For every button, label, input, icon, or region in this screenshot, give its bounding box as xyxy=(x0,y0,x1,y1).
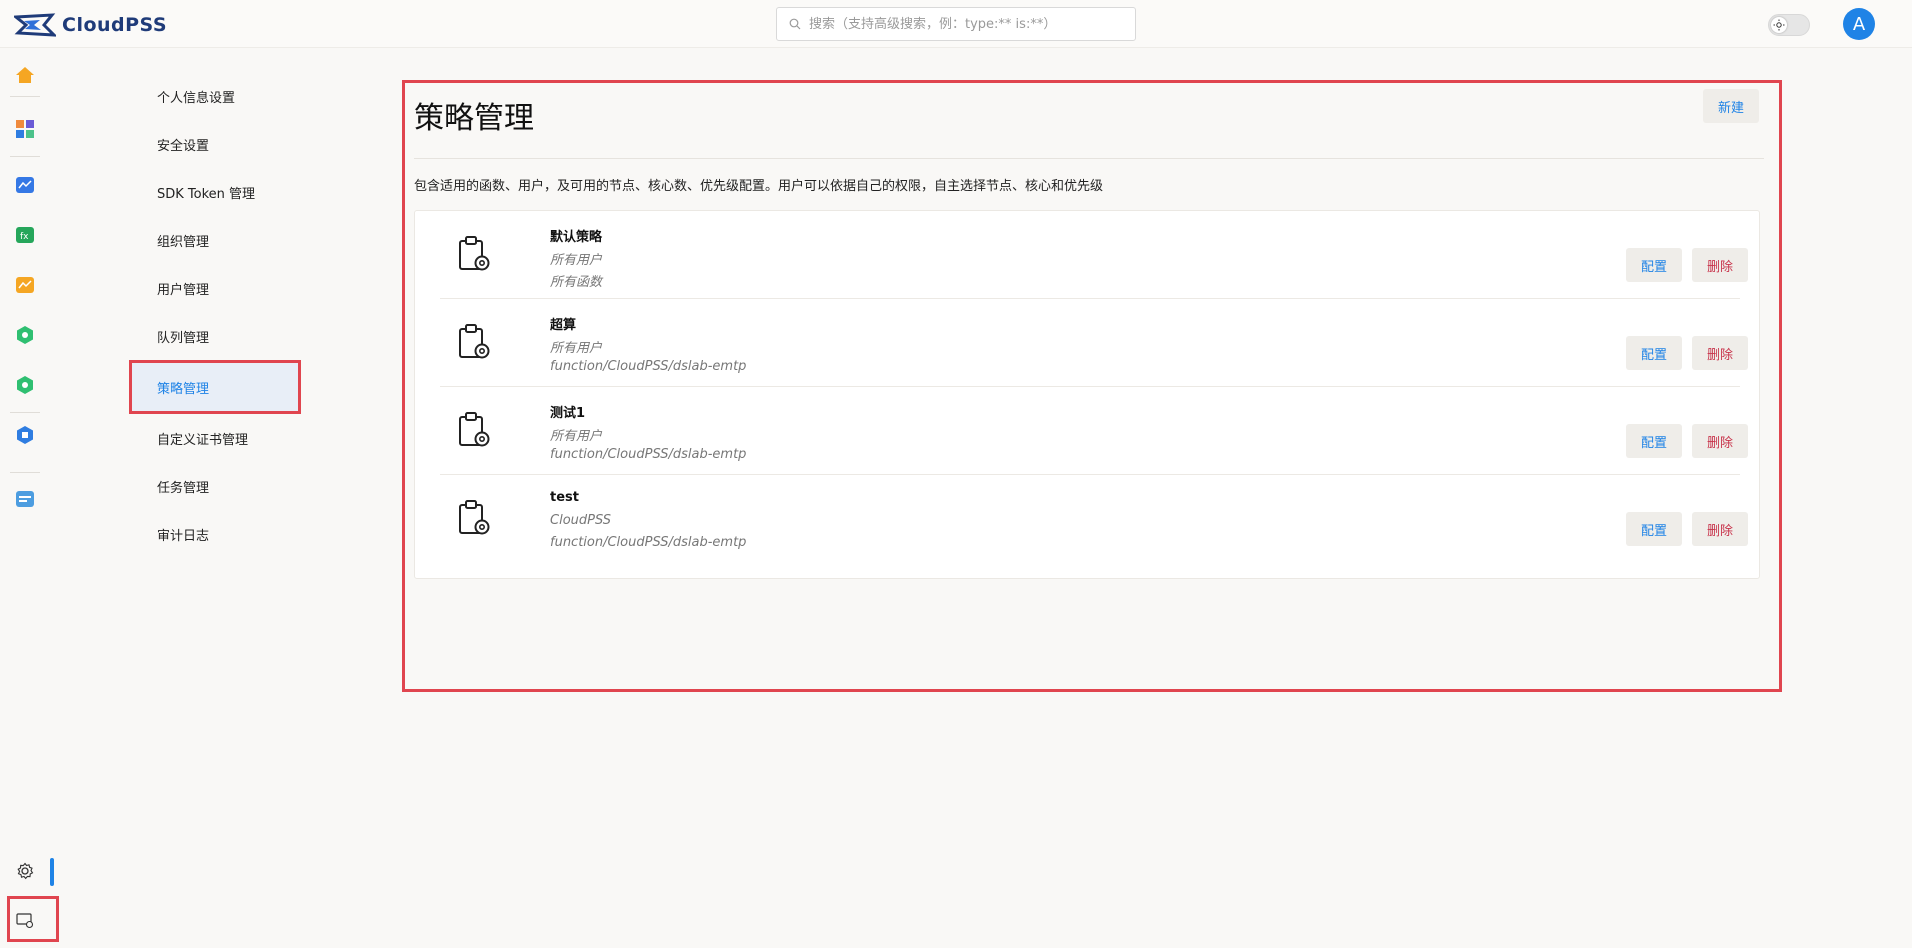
title-divider xyxy=(414,158,1764,159)
sun-icon xyxy=(1771,17,1787,33)
top-bar: CloudPSS A xyxy=(0,0,1912,48)
logo[interactable]: CloudPSS xyxy=(14,12,167,38)
policy-functions: 所有函数 xyxy=(550,275,603,290)
nav-item-sdk-token[interactable]: SDK Token 管理 xyxy=(129,168,327,216)
policy-row: 超算 所有用户 function/CloudPSS/dslab-emtp 配置 … xyxy=(440,299,1748,387)
policy-name: 超算 xyxy=(550,318,577,333)
nav-item-certificates[interactable]: 自定义证书管理 xyxy=(129,414,327,462)
app-rail: fx xyxy=(0,48,59,948)
policy-users: 所有用户 xyxy=(550,429,603,444)
config-button[interactable]: 配置 xyxy=(1626,336,1682,370)
clipboard-gear-icon xyxy=(459,412,490,447)
home-icon[interactable] xyxy=(12,62,38,88)
settings-nav: 个人信息设置 安全设置 SDK Token 管理 组织管理 用户管理 队列管理 … xyxy=(129,72,327,558)
simulation-icon[interactable] xyxy=(12,172,38,198)
apps-icon[interactable] xyxy=(12,116,38,142)
logo-text: CloudPSS xyxy=(62,14,168,36)
delete-button[interactable]: 删除 xyxy=(1692,336,1748,370)
clipboard-gear-icon xyxy=(459,236,490,271)
policy-users: 所有用户 xyxy=(550,253,603,268)
policy-users: CloudPSS xyxy=(550,513,612,528)
policy-row: 测试1 所有用户 function/CloudPSS/dslab-emtp 配置… xyxy=(440,387,1748,475)
policy-functions: function/CloudPSS/dslab-emtp xyxy=(550,447,747,462)
delete-button[interactable]: 删除 xyxy=(1692,248,1748,282)
hex-blue-icon[interactable] xyxy=(12,422,38,448)
nav-item-profile[interactable]: 个人信息设置 xyxy=(129,72,327,120)
policy-panel: 策略管理 新建 包含适用的函数、用户，及可用的节点、核心数、优先级配置。用户可以… xyxy=(402,80,1782,692)
clipboard-gear-icon xyxy=(459,324,490,359)
search-input[interactable] xyxy=(807,15,1127,33)
new-policy-button[interactable]: 新建 xyxy=(1703,89,1759,123)
hex-app-icon-2[interactable] xyxy=(12,372,38,398)
page-description: 包含适用的函数、用户，及可用的节点、核心数、优先级配置。用户可以依据自己的权限，… xyxy=(414,179,1104,194)
active-indicator xyxy=(50,858,54,886)
config-button[interactable]: 配置 xyxy=(1626,248,1682,282)
nav-item-queue[interactable]: 队列管理 xyxy=(129,312,327,360)
avatar[interactable]: A xyxy=(1843,8,1875,40)
gear-icon[interactable] xyxy=(12,858,38,884)
delete-button[interactable]: 删除 xyxy=(1692,424,1748,458)
policy-functions: function/CloudPSS/dslab-emtp xyxy=(550,359,747,374)
screen-settings-icon[interactable] xyxy=(12,908,38,934)
policy-row: test CloudPSS function/CloudPSS/dslab-em… xyxy=(440,475,1748,563)
policy-users: 所有用户 xyxy=(550,341,603,356)
policy-list: 默认策略 所有用户 所有函数 配置 删除 超算 所有用户 function/Cl… xyxy=(414,210,1760,579)
svg-text:fx: fx xyxy=(20,232,29,242)
delete-button[interactable]: 删除 xyxy=(1692,512,1748,546)
policy-name: 默认策略 xyxy=(550,230,603,245)
policy-name: 测试1 xyxy=(550,406,586,421)
config-button[interactable]: 配置 xyxy=(1626,512,1682,546)
search-icon xyxy=(789,18,801,30)
theme-toggle[interactable] xyxy=(1768,14,1810,36)
nav-item-users[interactable]: 用户管理 xyxy=(129,264,327,312)
config-button[interactable]: 配置 xyxy=(1626,424,1682,458)
page-title: 策略管理 xyxy=(414,101,534,136)
cloudpss-logo-icon xyxy=(14,13,56,37)
nav-item-tasks[interactable]: 任务管理 xyxy=(129,462,327,510)
hex-app-icon[interactable] xyxy=(12,322,38,348)
document-icon[interactable] xyxy=(12,486,38,512)
nav-item-security[interactable]: 安全设置 xyxy=(129,120,327,168)
nav-item-policy[interactable]: 策略管理 xyxy=(129,360,301,414)
nav-item-organization[interactable]: 组织管理 xyxy=(129,216,327,264)
nav-item-audit-log[interactable]: 审计日志 xyxy=(129,510,327,558)
policy-name: test xyxy=(550,490,579,505)
chart-icon[interactable] xyxy=(12,272,38,298)
policy-row: 默认策略 所有用户 所有函数 配置 删除 xyxy=(440,211,1748,299)
policy-functions: function/CloudPSS/dslab-emtp xyxy=(550,535,747,550)
function-icon[interactable]: fx xyxy=(12,222,38,248)
clipboard-gear-icon xyxy=(459,500,490,535)
search-box[interactable] xyxy=(776,7,1136,41)
